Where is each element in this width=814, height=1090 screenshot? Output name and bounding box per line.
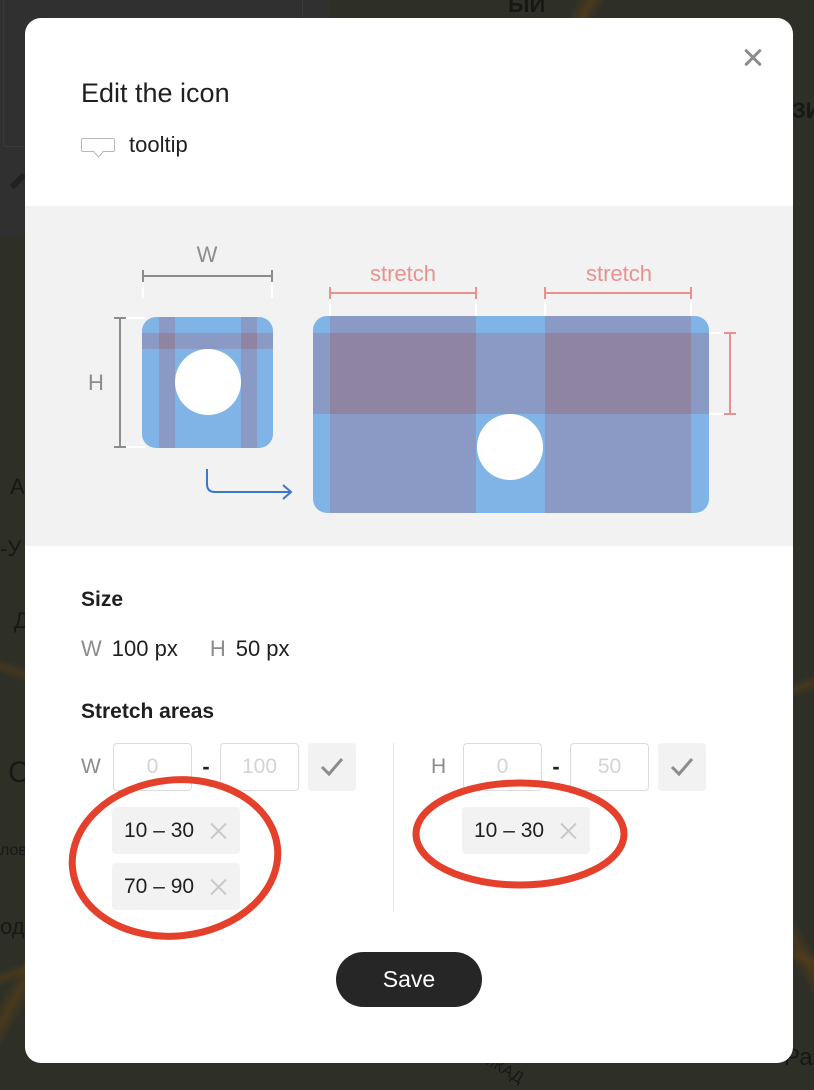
- arrow-icon: [206, 469, 290, 493]
- save-button[interactable]: Save: [336, 952, 482, 1007]
- stretch-label: stretch: [370, 261, 436, 286]
- stretch-chip: 10 – 30: [112, 807, 241, 854]
- size-values: W 100 px H 50 px: [81, 636, 322, 662]
- range-separator: -: [552, 754, 560, 779]
- stretch-chip: 70 – 90: [112, 863, 241, 910]
- width-stretch-column: W - 10 – 30 70 – 90: [81, 743, 356, 910]
- height-label: H: [88, 370, 104, 395]
- column-divider: [393, 743, 394, 911]
- height-value: 50 px: [235, 636, 290, 661]
- width-value: 100 px: [111, 636, 178, 661]
- stretched-icon-diagram: stretch stretch: [313, 261, 736, 513]
- icon-type-label: tooltip: [129, 132, 188, 157]
- icon-type: tooltip: [81, 132, 188, 158]
- width-add-button[interactable]: [308, 743, 356, 791]
- illustration-svg: W H stretch stretch: [88, 242, 736, 513]
- width-axis-letter: W: [81, 755, 101, 778]
- source-icon-diagram: W H: [88, 242, 293, 500]
- icon-center-dot: [477, 414, 543, 480]
- height-add-button[interactable]: [658, 743, 706, 791]
- height-chip-list: 10 – 30: [462, 807, 706, 854]
- remove-icon[interactable]: [558, 821, 578, 841]
- stretch-label: stretch: [586, 261, 652, 286]
- stretch-intersection: [545, 333, 691, 414]
- size-title: Size: [81, 588, 124, 611]
- chip-label: 10 – 30: [474, 818, 545, 842]
- stretch-illustration: W H stretch stretch: [25, 206, 793, 546]
- stretch-intersection: [241, 333, 257, 349]
- stretch-intersection: [330, 333, 476, 414]
- remove-icon[interactable]: [208, 877, 228, 897]
- width-letter: W: [81, 636, 102, 661]
- height-stretch-column: H - 10 – 30: [431, 743, 706, 854]
- check-icon: [320, 758, 344, 777]
- check-icon: [670, 758, 694, 777]
- height-letter: H: [209, 636, 226, 661]
- width-label: W: [197, 242, 218, 267]
- height-range-input: H -: [431, 743, 706, 791]
- remove-icon[interactable]: [208, 821, 228, 841]
- height-axis-letter: H: [431, 755, 447, 778]
- width-to-input[interactable]: [220, 743, 299, 791]
- height-from-input[interactable]: [463, 743, 542, 791]
- chip-label: 70 – 90: [124, 874, 195, 898]
- width-from-input[interactable]: [113, 743, 192, 791]
- width-range-input: W -: [81, 743, 356, 791]
- stretch-areas-title: Stretch areas: [81, 700, 215, 723]
- close-icon[interactable]: [741, 46, 765, 70]
- range-separator: -: [202, 754, 210, 779]
- edit-icon-modal: Edit the icon tooltip W H stretch stretc…: [25, 18, 793, 1063]
- tooltip-icon: [81, 138, 115, 152]
- stretch-chip: 10 – 30: [462, 807, 591, 854]
- icon-center-dot: [175, 349, 241, 415]
- stretch-intersection: [159, 333, 175, 349]
- height-to-input[interactable]: [570, 743, 649, 791]
- width-chip-list: 10 – 30 70 – 90: [112, 807, 356, 910]
- chip-label: 10 – 30: [124, 818, 195, 842]
- modal-title: Edit the icon: [81, 78, 230, 108]
